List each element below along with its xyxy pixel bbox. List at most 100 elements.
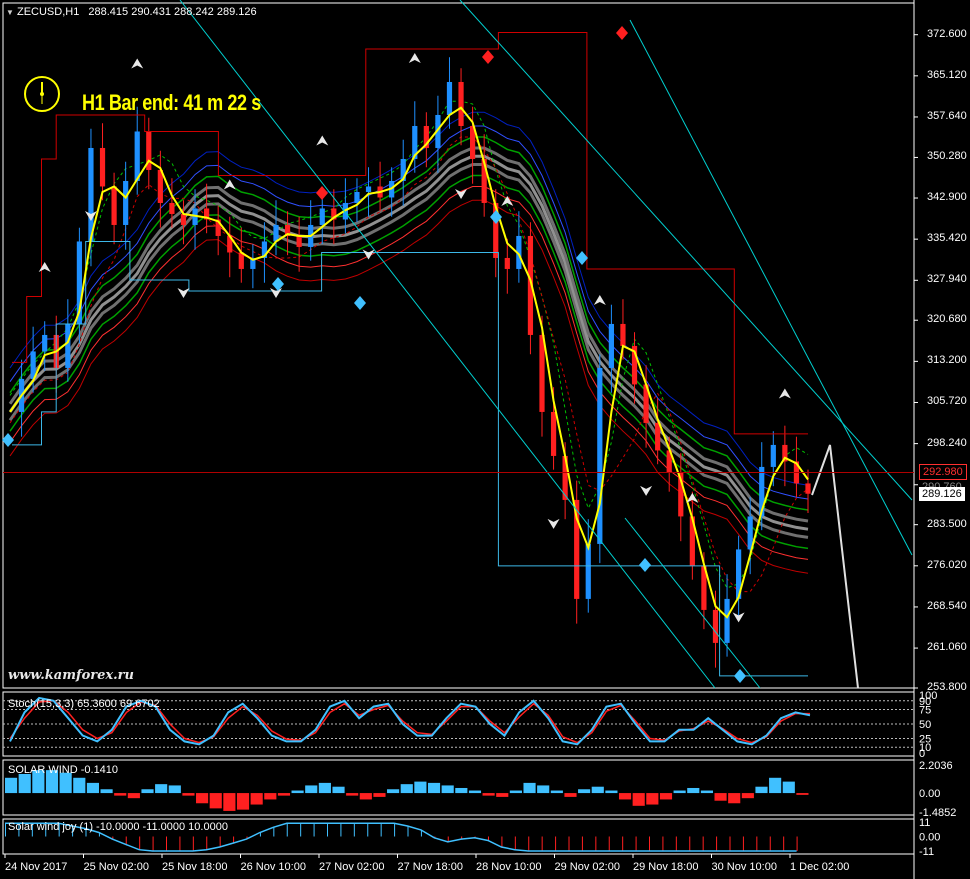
- joy-bar: [662, 836, 664, 851]
- time-tick-label: 25 Nov 18:00: [162, 861, 227, 873]
- price-tick-label: 350.280: [927, 150, 967, 163]
- joy-bar: [219, 836, 221, 848]
- price-tick-label: 327.940: [927, 273, 967, 286]
- solar-wind-bar: [468, 790, 482, 794]
- solar-wind-bar: [5, 777, 18, 794]
- ma-band-line: [8, 163, 809, 539]
- joy-bar: [367, 823, 369, 837]
- joy-bar: [286, 823, 288, 837]
- price-tick-label: 283.500: [927, 517, 967, 530]
- solar-wind-bar: [728, 793, 741, 804]
- time-tick-label: 29 Nov 02:00: [555, 861, 620, 873]
- solar-wind-bar: [618, 793, 632, 800]
- price-tick-label: 320.680: [927, 313, 967, 326]
- price-tick-label: 261.060: [927, 641, 967, 654]
- joy-bar: [635, 836, 637, 851]
- solar-wind-bar: [155, 784, 168, 794]
- fractal-down-icon: [270, 287, 282, 298]
- fractal-up-icon: [316, 135, 329, 146]
- joy-bar: [783, 836, 785, 851]
- current-price-tag: 289.126: [919, 487, 965, 501]
- candle-body: [770, 444, 776, 467]
- stoch-tick-label: 50: [919, 719, 931, 731]
- joy-bar: [206, 836, 208, 850]
- fractal-down-icon: [177, 287, 190, 298]
- joy-bar: [327, 823, 328, 837]
- candle-body: [42, 334, 48, 352]
- solar-wind-bar: [318, 782, 331, 794]
- stoch-title: Stoch(15,3,3) 65.3600 69.6702: [8, 698, 160, 710]
- candle-body: [550, 411, 557, 456]
- chevron-down-icon[interactable]: ▼: [6, 8, 14, 17]
- solar-wind-bar: [755, 786, 768, 794]
- projection-line: [811, 444, 859, 689]
- diamond-signal-icon: [639, 558, 651, 572]
- candle-body: [655, 422, 661, 451]
- solar-wind-bar: [414, 781, 427, 794]
- solar-wind-tick-label: 0.00: [919, 788, 940, 800]
- candle-body: [585, 543, 591, 599]
- joy-bar: [769, 836, 771, 851]
- candle-body: [724, 598, 730, 643]
- solar-wind-bar: [782, 781, 795, 794]
- solar-wind-bar: [646, 793, 659, 805]
- solar-wind-bar: [400, 784, 413, 794]
- trend-line-3: [629, 19, 913, 556]
- joy-bar: [649, 836, 650, 851]
- joy-bar: [581, 836, 583, 851]
- joy-bar: [702, 836, 704, 851]
- candle-body: [65, 323, 71, 368]
- solar-wind-bar: [114, 793, 127, 796]
- time-tick-label: 29 Nov 18:00: [633, 861, 698, 873]
- solar-wind-bar: [236, 793, 250, 810]
- fractal-down-icon: [640, 485, 653, 496]
- joy-bar: [796, 836, 798, 851]
- joy-bar: [528, 836, 530, 851]
- ma-dashed-green: [9, 100, 809, 589]
- price-tick-label: 305.720: [927, 395, 967, 408]
- diamond-signal-icon: [272, 277, 284, 291]
- chart-canvas[interactable]: Stoch(15,3,3) 65.3600 69.670210090755025…: [0, 0, 970, 879]
- solar-wind-bar: [673, 790, 686, 794]
- time-tick-label: 28 Nov 10:00: [476, 861, 541, 873]
- fractal-up-icon: [131, 58, 144, 69]
- solar-wind-bar: [509, 790, 522, 794]
- solar-wind-bar: [387, 789, 400, 794]
- solar-wind-tick-label: 2.2036: [919, 760, 953, 772]
- joy-tick-label: -11: [919, 846, 934, 858]
- fractal-up-icon: [778, 388, 791, 399]
- diamond-signal-icon: [354, 296, 366, 310]
- joy-bar: [716, 836, 718, 851]
- joy-tick-label: 11: [919, 817, 930, 829]
- solar-wind-bar: [250, 793, 263, 805]
- joy-bar: [273, 827, 275, 837]
- candle-body: [180, 213, 187, 225]
- stoch-tick-label: 75: [919, 705, 931, 717]
- ma-band-line: [9, 174, 809, 550]
- solar-wind-bar: [578, 789, 591, 794]
- joy-bar: [501, 836, 503, 848]
- solar-wind-title: SOLAR WIND -0.1410: [8, 764, 118, 776]
- joy-bar: [139, 836, 141, 850]
- solar-wind-bar: [18, 773, 31, 794]
- solar-wind-bar: [346, 793, 359, 796]
- candle-body: [273, 224, 279, 242]
- solar-wind-bar: [605, 790, 618, 794]
- price-tick-label: 365.120: [927, 68, 967, 81]
- chart-window: Stoch(15,3,3) 65.3600 69.6702 100 90 75 50 25…: [0, 0, 970, 879]
- stoch-tick-label: 0: [919, 748, 925, 760]
- joy-bar: [179, 836, 181, 851]
- candle-body: [319, 208, 325, 225]
- solar-wind-bar: [182, 793, 195, 796]
- diamond-signal-icon: [734, 669, 746, 683]
- solar-wind-bar: [700, 790, 713, 794]
- joy-bar: [729, 836, 731, 851]
- solar-wind-bar: [209, 793, 222, 809]
- candle-body: [597, 367, 603, 544]
- candle-body: [446, 81, 453, 115]
- joy-bar: [313, 823, 315, 837]
- solar-wind-bar: [100, 789, 113, 794]
- price-tick-label: 298.240: [927, 436, 967, 449]
- candle-body: [123, 180, 129, 225]
- solar-wind-bar: [332, 786, 345, 794]
